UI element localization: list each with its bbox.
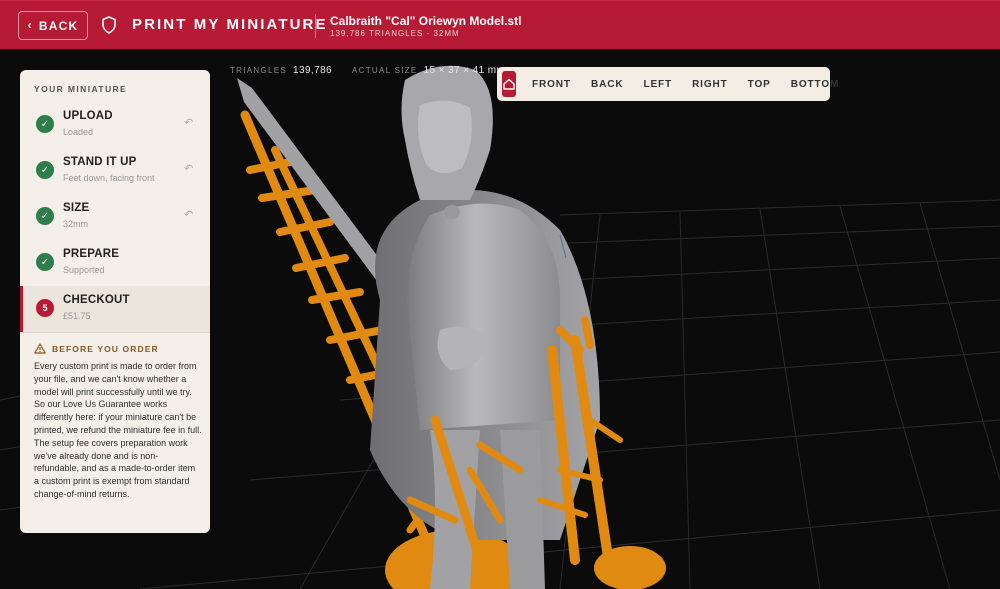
file-meta: 139,786 TRIANGLES · 32MM: [330, 29, 460, 38]
chevron-left-icon: ‹: [27, 18, 33, 32]
notice-title: BEFORE YOU ORDER: [34, 343, 159, 354]
step-price: £51.75: [63, 311, 91, 321]
back-button[interactable]: ‹ BACK: [18, 11, 88, 40]
sidebar-header: YOUR MINIATURE: [34, 84, 128, 94]
check-icon: ✓: [36, 161, 54, 179]
triangles-value: 139,786: [293, 65, 332, 76]
check-icon: ✓: [36, 253, 54, 271]
active-step-indicator: [20, 286, 23, 332]
back-label: BACK: [38, 18, 79, 33]
sidebar-divider: [20, 332, 210, 333]
step-label: STAND IT UP: [63, 156, 137, 168]
step-number-badge: 5: [36, 299, 54, 317]
notice-body: Every custom print is made to order from…: [34, 361, 202, 499]
undo-icon[interactable]: ↶: [184, 208, 193, 221]
view-left-button[interactable]: LEFT: [643, 79, 672, 90]
step-sub: Supported: [63, 265, 105, 275]
home-icon: [503, 78, 515, 90]
size-value: 15 × 37 × 41 mm: [423, 65, 506, 76]
step-size[interactable]: ✓ SIZE 32mm ↶: [20, 194, 210, 240]
step-label: CHECKOUT: [63, 294, 130, 306]
page-title: PRINT MY MINIATURE: [132, 16, 328, 33]
shield-icon: [102, 16, 116, 34]
view-bottom-button[interactable]: BOTTOM: [791, 79, 840, 90]
file-name: Calbraith "Cal" Oriewyn Model.stl: [330, 14, 522, 28]
size-label: ACTUAL SIZE: [352, 66, 418, 75]
step-sub: Loaded: [63, 127, 94, 137]
check-icon: ✓: [36, 207, 54, 225]
check-icon: ✓: [36, 115, 54, 133]
notice-title-text: BEFORE YOU ORDER: [52, 343, 159, 354]
step-prepare[interactable]: ✓ PREPARE Supported: [20, 240, 210, 286]
step-sub: 32mm: [63, 219, 89, 229]
step-sub: Feet down, facing front: [63, 173, 155, 183]
step-label: SIZE: [63, 202, 90, 214]
view-right-button[interactable]: RIGHT: [692, 79, 728, 90]
undo-icon[interactable]: ↶: [184, 162, 193, 175]
warning-icon: [34, 343, 46, 354]
view-top-button[interactable]: TOP: [748, 79, 771, 90]
view-toolbar: FRONT BACK LEFT RIGHT TOP BOTTOM: [497, 67, 838, 101]
step-label: PREPARE: [63, 248, 120, 260]
triangles-label: TRIANGLES: [230, 66, 288, 75]
step-stand-it-up[interactable]: ✓ STAND IT UP Feet down, facing front ↶: [20, 148, 210, 194]
step-label: UPLOAD: [63, 110, 113, 122]
step-upload[interactable]: ✓ UPLOAD Loaded ↶: [20, 102, 210, 148]
home-view-button[interactable]: [502, 71, 516, 97]
header-divider: [315, 14, 316, 38]
steps-sidebar: YOUR MINIATURE ✓ UPLOAD Loaded ↶ ✓ STAND…: [20, 70, 210, 533]
model-stats: TRIANGLES 139,786 ACTUAL SIZE 15 × 37 × …: [230, 65, 519, 76]
step-checkout[interactable]: 5 CHECKOUT £51.75: [20, 286, 210, 332]
view-back-button[interactable]: BACK: [591, 79, 624, 90]
undo-icon[interactable]: ↶: [184, 116, 193, 129]
top-bar: ‹ BACK PRINT MY MINIATURE Calbraith "Cal…: [0, 0, 1000, 49]
view-front-button[interactable]: FRONT: [532, 79, 571, 90]
